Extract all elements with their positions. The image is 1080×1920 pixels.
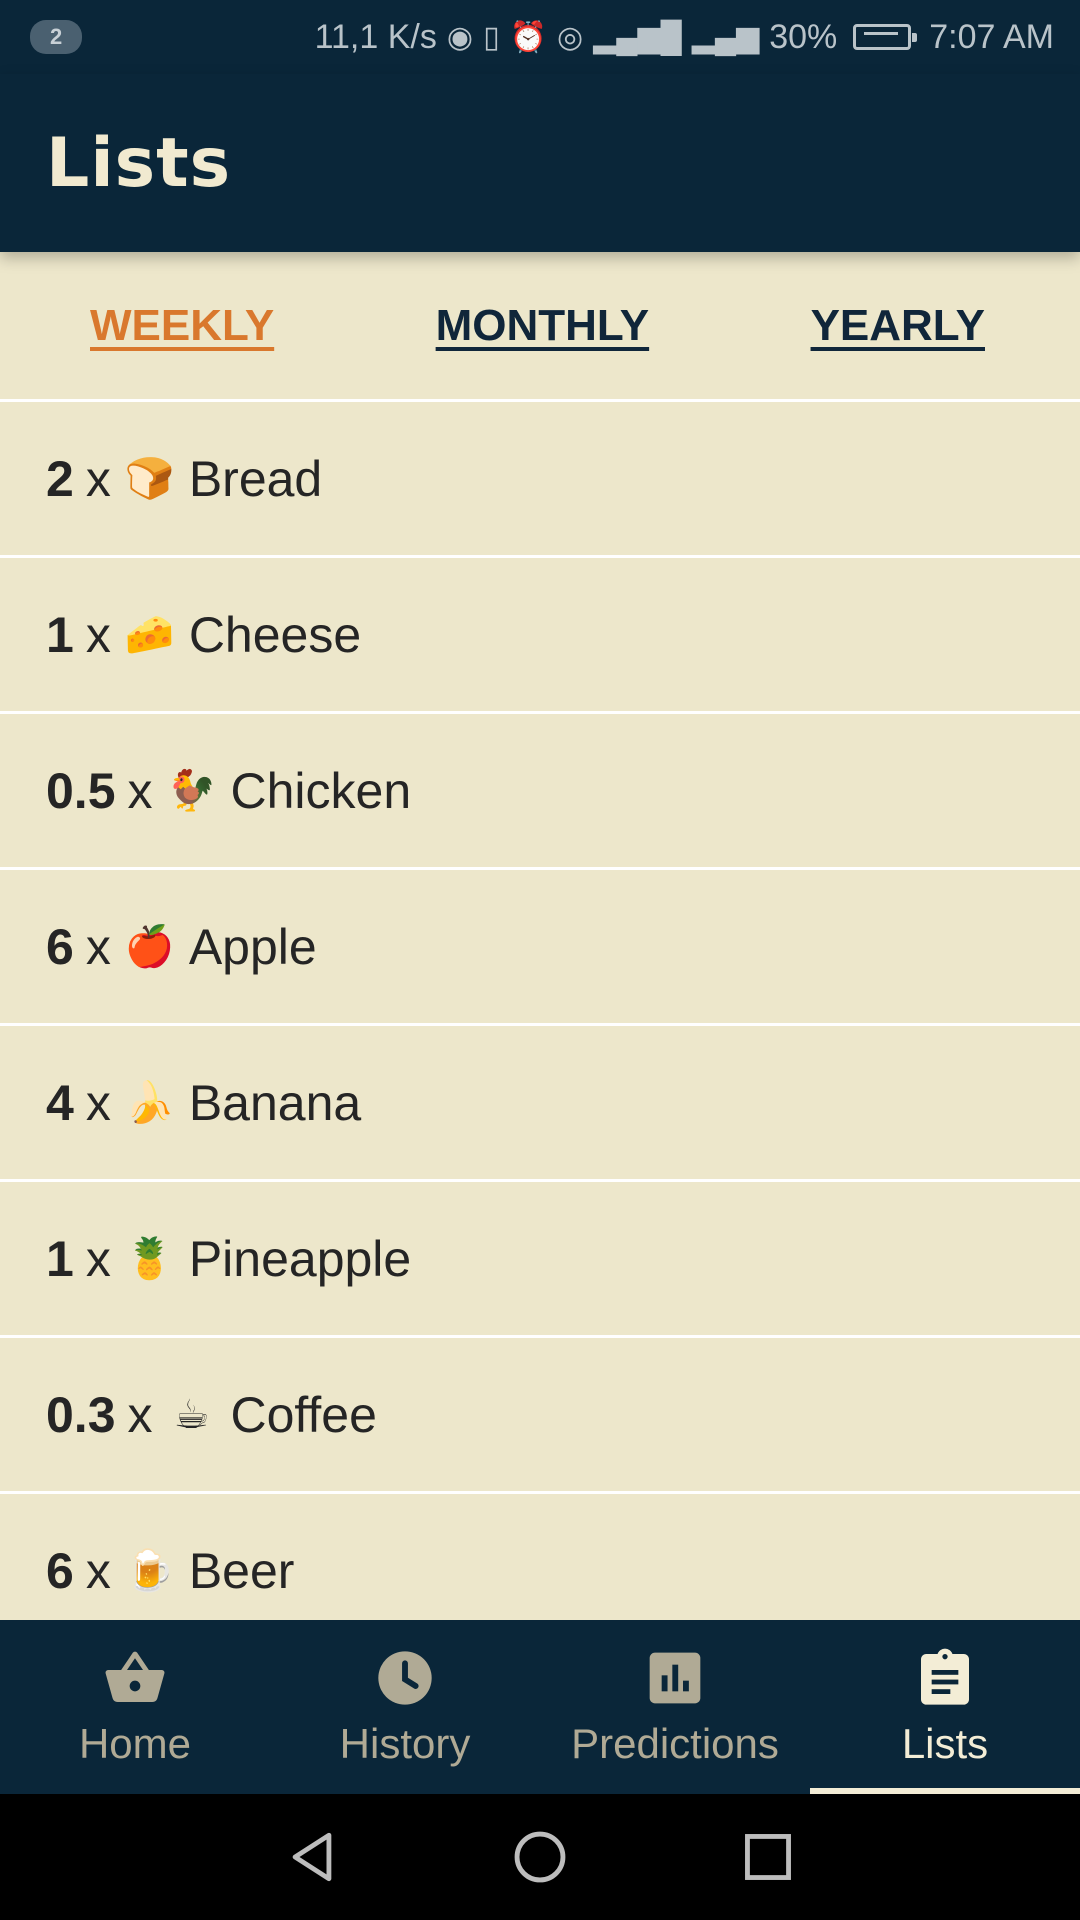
nav-lists-label: Lists: [901, 1720, 989, 1767]
item-name: Beer: [188, 1542, 295, 1599]
item-name: Apple: [188, 918, 317, 975]
list-item[interactable]: 4 x 🍌 Banana: [0, 1026, 1080, 1182]
item-name: Chicken: [230, 762, 412, 819]
basket-icon: [105, 1651, 165, 1702]
multiplier-sign: x: [85, 1542, 111, 1599]
shopping-list[interactable]: 2 x 🍞 Bread 1 x 🧀 Cheese 0.5 x 🐓 Chicken…: [0, 402, 1080, 1620]
nav-history-label: History: [339, 1720, 471, 1767]
nav-history[interactable]: History: [270, 1620, 540, 1794]
cheese-icon: 🧀: [124, 613, 175, 657]
beer-icon: 🍺: [124, 1549, 175, 1593]
item-name: Cheese: [188, 606, 362, 663]
multiplier-sign: x: [127, 762, 153, 819]
item-quantity: 1: [46, 1230, 74, 1287]
item-quantity: 4: [46, 1074, 74, 1131]
home-circle-icon[interactable]: [511, 1828, 569, 1886]
item-quantity: 0.3: [46, 1386, 116, 1443]
bottom-navigation: Home History Predictions Lists: [0, 1620, 1080, 1794]
list-item[interactable]: 6 x 🍎 Apple: [0, 870, 1080, 1026]
pineapple-icon: 🍍: [124, 1237, 175, 1281]
alarm-icon: ⏰: [509, 20, 547, 54]
hotspot-icon: ◉: [446, 20, 474, 54]
item-quantity: 6: [46, 1542, 74, 1599]
clock-time: 7:07 AM: [929, 17, 1054, 56]
eye-comfort-icon: ◎: [556, 20, 584, 54]
list-item[interactable]: 0.5 x 🐓 Chicken: [0, 714, 1080, 870]
chicken-icon: 🐓: [166, 769, 217, 813]
apple-icon: 🍎: [124, 925, 175, 969]
period-tabs: WEEKLY MONTHLY YEARLY: [0, 252, 1080, 402]
signal-2g-icon: ▂▄▆: [691, 20, 760, 54]
nav-home-label: Home: [78, 1720, 192, 1767]
clock-icon: [378, 1651, 432, 1705]
item-name: Bread: [188, 450, 323, 507]
tab-weekly[interactable]: WEEKLY: [90, 301, 274, 351]
tab-yearly[interactable]: YEARLY: [811, 301, 985, 351]
multiplier-sign: x: [85, 918, 111, 975]
list-item[interactable]: 1 x 🍍 Pineapple: [0, 1182, 1080, 1338]
list-item[interactable]: 2 x 🍞 Bread: [0, 402, 1080, 558]
item-quantity: 0.5: [46, 762, 116, 819]
vibrate-icon: ▯: [483, 20, 500, 54]
bar-chart-icon: [649, 1652, 701, 1704]
item-quantity: 2: [46, 450, 74, 507]
bread-icon: 🍞: [124, 457, 175, 501]
multiplier-sign: x: [85, 1074, 111, 1131]
nav-lists[interactable]: Lists: [810, 1620, 1080, 1794]
status-indicators: 11,1 K/s ◉ ▯ ⏰ ◎ ▂▄▆█ ▂▄▆ 30% 7:07 AM: [315, 18, 1054, 57]
item-name: Coffee: [230, 1386, 377, 1443]
status-bar: 2 11,1 K/s ◉ ▯ ⏰ ◎ ▂▄▆█ ▂▄▆ 30% 7:07 AM: [0, 0, 1080, 74]
list-item[interactable]: 1 x 🧀 Cheese: [0, 558, 1080, 714]
item-quantity: 6: [46, 918, 74, 975]
battery-percent: 30%: [769, 17, 838, 56]
battery-charging-icon: [853, 24, 918, 50]
multiplier-sign: x: [85, 1230, 111, 1287]
tab-monthly[interactable]: MONTHLY: [436, 301, 650, 351]
multiplier-sign: x: [127, 1386, 153, 1443]
system-navigation-bar: [0, 1794, 1080, 1920]
item-quantity: 1: [46, 606, 74, 663]
signal-4g-icon: ▂▄▆█: [593, 20, 682, 54]
banana-icon: 🍌: [124, 1081, 175, 1125]
item-name: Banana: [188, 1074, 362, 1131]
multiplier-sign: x: [85, 450, 111, 507]
coffee-icon: ☕: [173, 1392, 210, 1437]
nav-predictions-label: Predictions: [571, 1720, 779, 1767]
multiplier-sign: x: [85, 606, 111, 663]
nav-home[interactable]: Home: [0, 1620, 270, 1794]
clipboard-icon: [921, 1648, 969, 1705]
page-title: Lists: [46, 123, 232, 203]
recents-square-icon[interactable]: [739, 1828, 797, 1886]
net-speed: 11,1 K/s: [314, 17, 437, 56]
notification-count-badge: 2: [30, 20, 83, 54]
item-name: Pineapple: [188, 1230, 412, 1287]
nav-predictions[interactable]: Predictions: [540, 1620, 810, 1794]
back-icon[interactable]: [283, 1828, 341, 1886]
list-item[interactable]: 0.3 x ☕ Coffee: [0, 1338, 1080, 1494]
list-item[interactable]: 6 x 🍺 Beer: [0, 1494, 1080, 1620]
app-bar: Lists: [0, 74, 1080, 252]
